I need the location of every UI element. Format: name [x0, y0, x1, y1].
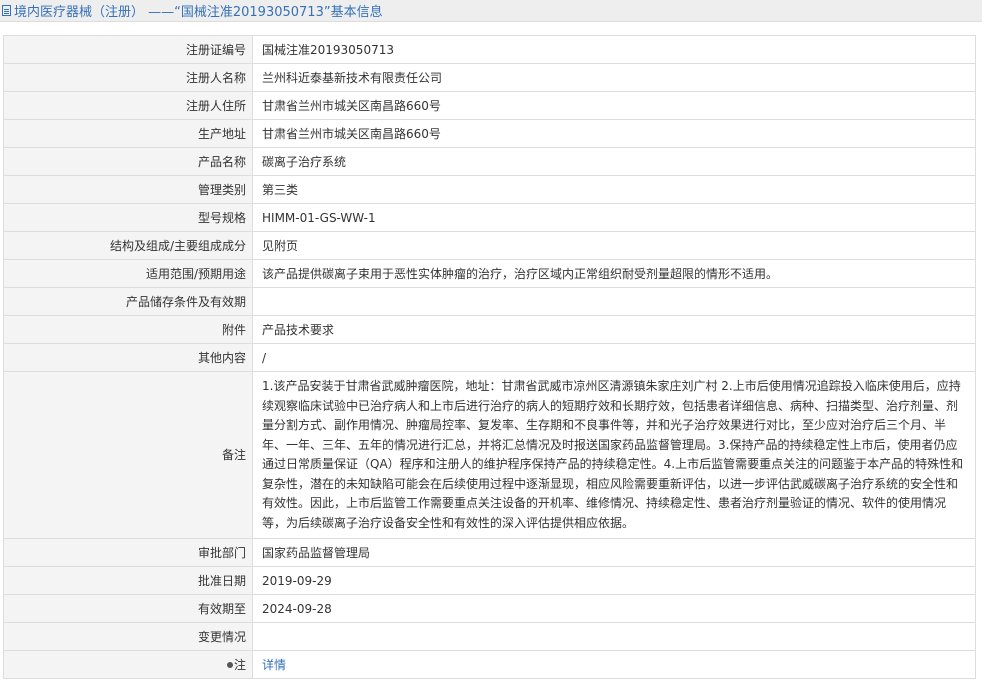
note-label: 注: [233, 657, 246, 672]
row-label: 注册人名称: [3, 63, 253, 92]
row-label: 其他内容: [3, 343, 253, 372]
info-table: 注册证编号 国械注准20193050713 注册人名称 兰州科近泰基新技术有限责…: [3, 35, 976, 679]
row-value: [252, 622, 976, 651]
row-label: 管理类别: [3, 175, 253, 204]
row-label: 适用范围/预期用途: [3, 259, 253, 288]
row-value: 见附页: [252, 231, 976, 260]
table-row: 生产地址 甘肃省兰州市城关区南昌路660号: [3, 119, 976, 148]
table-row: 变更情况: [3, 622, 976, 651]
row-value: 2019-09-29: [252, 566, 976, 595]
details-link[interactable]: 详情: [262, 658, 286, 672]
row-value: 1.该产品安装于甘肃省武威肿瘤医院，地址：甘肃省武威市凉州区清源镇朱家庄刘广村 …: [252, 371, 976, 539]
table-row: 注册证编号 国械注准20193050713: [3, 35, 976, 64]
table-row: 产品名称 碳离子治疗系统: [3, 147, 976, 176]
table-row: 型号规格 HIMM-01-GS-WW-1: [3, 203, 976, 232]
table-row: 结构及组成/主要组成成分 见附页: [3, 231, 976, 260]
row-value: /: [252, 343, 976, 372]
row-label: 结构及组成/主要组成成分: [3, 231, 253, 260]
row-label: 注册人住所: [3, 91, 253, 120]
row-label: 产品名称: [3, 147, 253, 176]
row-label: 注: [3, 650, 253, 679]
row-value: 甘肃省兰州市城关区南昌路660号: [252, 119, 976, 148]
table-row: 管理类别 第三类: [3, 175, 976, 204]
table-row: 备注 1.该产品安装于甘肃省武威肿瘤医院，地址：甘肃省武威市凉州区清源镇朱家庄刘…: [3, 371, 976, 539]
pin-icon: [226, 661, 233, 668]
table-row: 批准日期 2019-09-29: [3, 566, 976, 595]
row-value: 详情: [252, 650, 976, 679]
row-value: 国家药品监督管理局: [252, 538, 976, 567]
table-row: 附件 产品技术要求: [3, 315, 976, 344]
row-label: 有效期至: [3, 594, 253, 623]
row-label: 附件: [3, 315, 253, 344]
page-title: 境内医疗器械（注册） ——“国械注准20193050713”基本信息: [14, 5, 383, 20]
row-value: 国械注准20193050713: [252, 35, 976, 64]
row-value: 碳离子治疗系统: [252, 147, 976, 176]
row-value: 2024-09-28: [252, 594, 976, 623]
page-header: 境内医疗器械（注册） ——“国械注准20193050713”基本信息: [0, 0, 982, 22]
table-row: 注册人名称 兰州科近泰基新技术有限责任公司: [3, 63, 976, 92]
table-row-note: 注 详情: [3, 650, 976, 679]
table-row: 有效期至 2024-09-28: [3, 594, 976, 623]
row-label: 批准日期: [3, 566, 253, 595]
table-row: 产品储存条件及有效期: [3, 287, 976, 316]
row-value: 甘肃省兰州市城关区南昌路660号: [252, 91, 976, 120]
table-row: 审批部门 国家药品监督管理局: [3, 538, 976, 567]
table-row: 注册人住所 甘肃省兰州市城关区南昌路660号: [3, 91, 976, 120]
row-label: 备注: [3, 371, 253, 539]
row-value: HIMM-01-GS-WW-1: [252, 203, 976, 232]
row-value: 第三类: [252, 175, 976, 204]
row-value: 兰州科近泰基新技术有限责任公司: [252, 63, 976, 92]
row-label: 产品储存条件及有效期: [3, 287, 253, 316]
row-value: 产品技术要求: [252, 315, 976, 344]
document-icon: [2, 5, 11, 16]
row-label: 生产地址: [3, 119, 253, 148]
row-label: 审批部门: [3, 538, 253, 567]
row-value: [252, 287, 976, 316]
table-row: 适用范围/预期用途 该产品提供碳离子束用于恶性实体肿瘤的治疗，治疗区域内正常组织…: [3, 259, 976, 288]
row-label: 变更情况: [3, 622, 253, 651]
table-row: 其他内容 /: [3, 343, 976, 372]
row-label: 注册证编号: [3, 35, 253, 64]
row-label: 型号规格: [3, 203, 253, 232]
row-value: 该产品提供碳离子束用于恶性实体肿瘤的治疗，治疗区域内正常组织耐受剂量超限的情形不…: [252, 259, 976, 288]
